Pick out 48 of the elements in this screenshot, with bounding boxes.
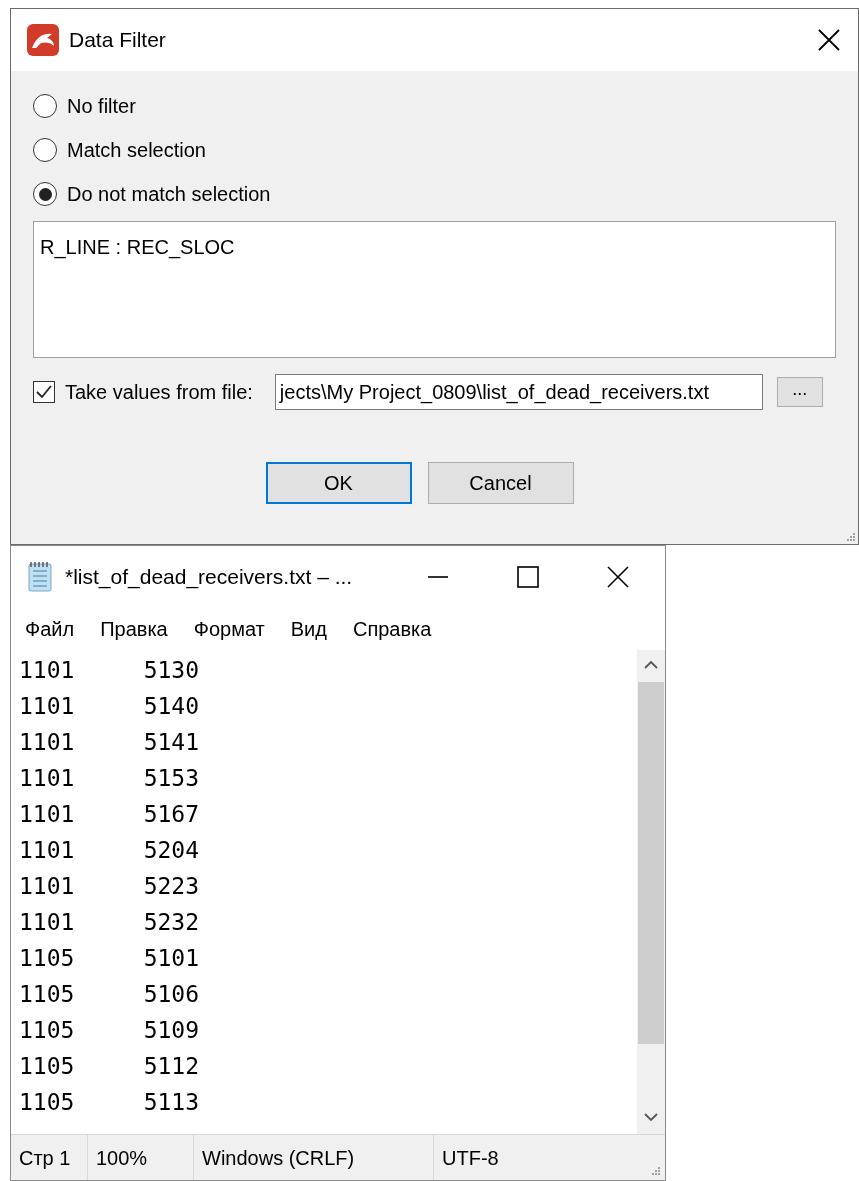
text-line: 1101 5223 (19, 872, 200, 901)
text-line: 1101 5204 (19, 836, 200, 865)
status-item: Стр 1 (18, 1145, 72, 1171)
radio-button[interactable] (33, 182, 57, 206)
scroll-up-icon[interactable] (644, 660, 658, 670)
close-icon[interactable] (607, 566, 629, 588)
menu-item[interactable]: Вид (290, 614, 327, 644)
text-line: 1101 5130 (19, 656, 200, 685)
text-line: 1105 5112 (19, 1052, 200, 1081)
menu-item[interactable]: Правка (100, 614, 168, 644)
text-line: 1101 5141 (19, 728, 200, 757)
app-logo-icon (27, 24, 59, 56)
status-item: UTF-8 (433, 1135, 593, 1180)
text-line: 1101 5167 (19, 800, 200, 829)
window-title: *list_of_dead_receivers.txt – ... (65, 564, 353, 591)
text-line: 1105 5101 (19, 944, 200, 973)
dialog-button[interactable]: OK (265, 462, 412, 504)
text-line: 1105 5113 (19, 1088, 200, 1117)
radio-label[interactable]: Match selection (67, 135, 206, 165)
menu-item[interactable]: Формат (193, 614, 265, 644)
resize-grip-icon[interactable] (651, 1166, 661, 1176)
dialog-button[interactable]: Cancel (427, 462, 574, 504)
window-title: Data Filter (69, 27, 166, 54)
resize-grip-icon[interactable] (846, 532, 856, 542)
status-item: 100% (87, 1135, 193, 1180)
close-icon[interactable] (818, 29, 840, 51)
text-line: 1101 5232 (19, 908, 200, 937)
radio-button[interactable] (33, 138, 57, 162)
radio-button[interactable] (33, 94, 57, 118)
browse-button[interactable]: ... (776, 377, 823, 407)
maximize-icon[interactable] (517, 566, 539, 588)
radio-label[interactable]: No filter (67, 91, 136, 121)
scroll-thumb[interactable] (638, 682, 664, 1044)
text-line: 1105 5106 (19, 980, 200, 1009)
text-line: 1101 5153 (19, 764, 200, 793)
text-line: 1105 5109 (19, 1016, 200, 1045)
menu-item[interactable]: Файл (25, 614, 75, 644)
status-item: Windows (CRLF) (193, 1135, 433, 1180)
checkbox-label[interactable]: Take values from file: (65, 377, 253, 407)
checkbox[interactable] (33, 381, 55, 403)
scrollbar[interactable] (637, 650, 665, 1134)
notepad-icon (25, 561, 55, 593)
selection-list[interactable]: R_LINE : REC_SLOC (33, 221, 836, 358)
file-path-field[interactable]: jects\My Project_0809\list_of_dead_receivers.txt (274, 374, 763, 410)
radio-label[interactable]: Do not match selection (67, 179, 271, 209)
menu-item[interactable]: Справка (352, 614, 432, 644)
text-line: 1101 5140 (19, 692, 200, 721)
scroll-down-icon[interactable] (644, 1112, 658, 1122)
